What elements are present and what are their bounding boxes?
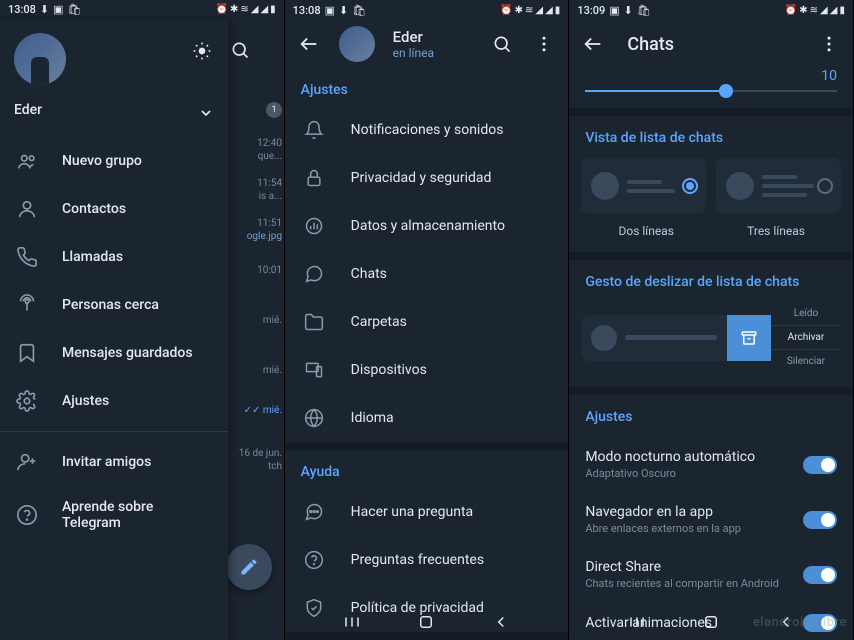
bell-icon: [303, 119, 325, 141]
settings-subheader: Ajustes: [569, 395, 853, 437]
nav-recent[interactable]: [626, 611, 648, 633]
menu-saved-messages[interactable]: Mensajes guardados: [0, 329, 228, 377]
settings-toolbar: Eder en línea: [285, 20, 569, 68]
setting-ask-question[interactable]: Hacer una pregunta: [285, 488, 569, 536]
back-icon[interactable]: [297, 32, 321, 56]
avatar[interactable]: [339, 26, 375, 62]
chat-list-peek: 1 12:40que... 11:54is a... 11:51ogle.jpg…: [228, 20, 285, 600]
menu-new-group[interactable]: Nuevo grupo: [0, 137, 228, 185]
setting-data[interactable]: Datos y almacenamiento: [285, 202, 569, 250]
setting-notifications[interactable]: Notificaciones y sonidos: [285, 106, 569, 154]
menu-invite-friends[interactable]: Invitar amigos: [0, 438, 228, 486]
help-icon: [16, 504, 38, 526]
add-person-icon: [16, 451, 38, 473]
status-bar: 13:08▣⬇🛍 ⏰✱≋◢◢▮: [285, 0, 569, 20]
list-view-two-lines[interactable]: [581, 158, 706, 214]
person-icon: [16, 198, 38, 220]
corner-radius-slider[interactable]: 10: [569, 68, 853, 108]
chat-icon: [303, 263, 325, 285]
menu-settings[interactable]: Ajustes: [0, 377, 228, 425]
menu-calls[interactable]: Llamadas: [0, 233, 228, 281]
status-time: 13:08: [8, 3, 36, 16]
watermark: elandroidelibre: [753, 615, 847, 630]
setting-language[interactable]: Idioma: [285, 394, 569, 442]
switch-on-icon[interactable]: [803, 511, 837, 529]
drawer-name: Eder: [14, 102, 42, 118]
setting-faq[interactable]: Preguntas frecuentes: [285, 536, 569, 584]
globe-icon: [303, 407, 325, 429]
group-icon: [16, 150, 38, 172]
chat-settings-content[interactable]: 10 Vista de lista de chats Dos líneasTre…: [569, 68, 853, 640]
page-title: Chats: [627, 34, 795, 55]
toggle-direct-share[interactable]: Direct ShareChats recientes al compartir…: [569, 547, 853, 602]
setting-folders[interactable]: Carpetas: [285, 298, 569, 346]
data-icon: [303, 215, 325, 237]
chevron-down-icon: [198, 105, 214, 121]
menu-people-nearby[interactable]: Personas cerca: [0, 281, 228, 329]
list-view-header: Vista de lista de chats: [569, 116, 853, 158]
gear-icon: [16, 390, 38, 412]
divider: [0, 431, 228, 432]
setting-privacy[interactable]: Privacidad y seguridad: [285, 154, 569, 202]
nav-home[interactable]: [415, 611, 437, 633]
search-icon[interactable]: [490, 32, 514, 56]
swipe-option-archive[interactable]: Archivar: [771, 326, 841, 350]
switch-on-icon[interactable]: [803, 456, 837, 474]
account-selector[interactable]: Eder: [14, 99, 214, 121]
section-header-ajustes: Ajustes: [285, 68, 569, 106]
swipe-gesture-header: Gesto de deslizar de lista de chats: [569, 260, 853, 302]
swipe-option-mute[interactable]: Silenciar: [771, 350, 841, 373]
profile-title: Eder en línea: [393, 28, 473, 60]
bookmark-icon: [16, 342, 38, 364]
chat-dots-icon: [303, 501, 325, 523]
back-icon[interactable]: [581, 32, 605, 56]
lock-icon: [303, 167, 325, 189]
settings-list[interactable]: Ajustes Notificaciones y sonidos Privaci…: [285, 68, 569, 640]
screen-settings: 13:08▣⬇🛍 ⏰✱≋◢◢▮ Eder en línea Ajustes No…: [285, 0, 570, 640]
drawer-menu: Nuevo grupo Contactos Llamadas Personas …: [0, 129, 228, 544]
swipe-gesture-preview: Leído Archivar Silenciar: [569, 302, 853, 387]
nav-back[interactable]: [490, 611, 512, 633]
location-icon: [16, 294, 38, 316]
setting-devices[interactable]: Dispositivos: [285, 346, 569, 394]
nav-recent[interactable]: [341, 611, 363, 633]
switch-on-icon[interactable]: [803, 566, 837, 584]
section-header-ayuda: Ayuda: [285, 442, 569, 488]
status-time: 13:09: [577, 4, 605, 17]
screen-chat-settings: 13:09▣⬇🛍 ⏰✱≋◢◢▮ Chats 10 Vista de lista …: [569, 0, 854, 640]
status-time: 13:08: [293, 4, 321, 17]
screen-drawer: 13:08⬇▣🛍 ⏰✱≋◢◢▮ 1 12:40que... 11:54is a.…: [0, 0, 285, 640]
android-nav-bar: [285, 604, 569, 640]
setting-chats[interactable]: Chats: [285, 250, 569, 298]
avatar[interactable]: [14, 33, 66, 85]
more-icon[interactable]: [817, 32, 841, 56]
menu-telegram-faq[interactable]: Aprende sobre Telegram: [0, 486, 228, 544]
search-icon[interactable]: [228, 30, 252, 70]
more-icon[interactable]: [532, 32, 556, 56]
swipe-option-read[interactable]: Leído: [771, 302, 841, 326]
radio-unselected-icon: [817, 178, 833, 194]
chats-toolbar: Chats: [569, 20, 853, 68]
devices-icon: [303, 359, 325, 381]
navigation-drawer: Eder Nuevo grupo Contactos Llamadas Pers…: [0, 19, 228, 640]
theme-toggle-icon[interactable]: [190, 39, 214, 63]
phone-icon: [16, 246, 38, 268]
nav-home[interactable]: [700, 611, 722, 633]
status-bar: 13:09▣⬇🛍 ⏰✱≋◢◢▮: [569, 0, 853, 20]
list-view-three-lines[interactable]: [716, 158, 841, 214]
status-bar: 13:08⬇▣🛍 ⏰✱≋◢◢▮: [0, 0, 284, 19]
compose-fab[interactable]: [226, 544, 272, 590]
toggle-in-app-browser[interactable]: Navegador en la appAbre enlaces externos…: [569, 492, 853, 547]
help-icon: [303, 549, 325, 571]
folder-icon: [303, 311, 325, 333]
archive-icon: [727, 315, 771, 361]
menu-contacts[interactable]: Contactos: [0, 185, 228, 233]
toggle-auto-night-mode[interactable]: Modo nocturno automáticoAdaptativo Oscur…: [569, 437, 853, 492]
